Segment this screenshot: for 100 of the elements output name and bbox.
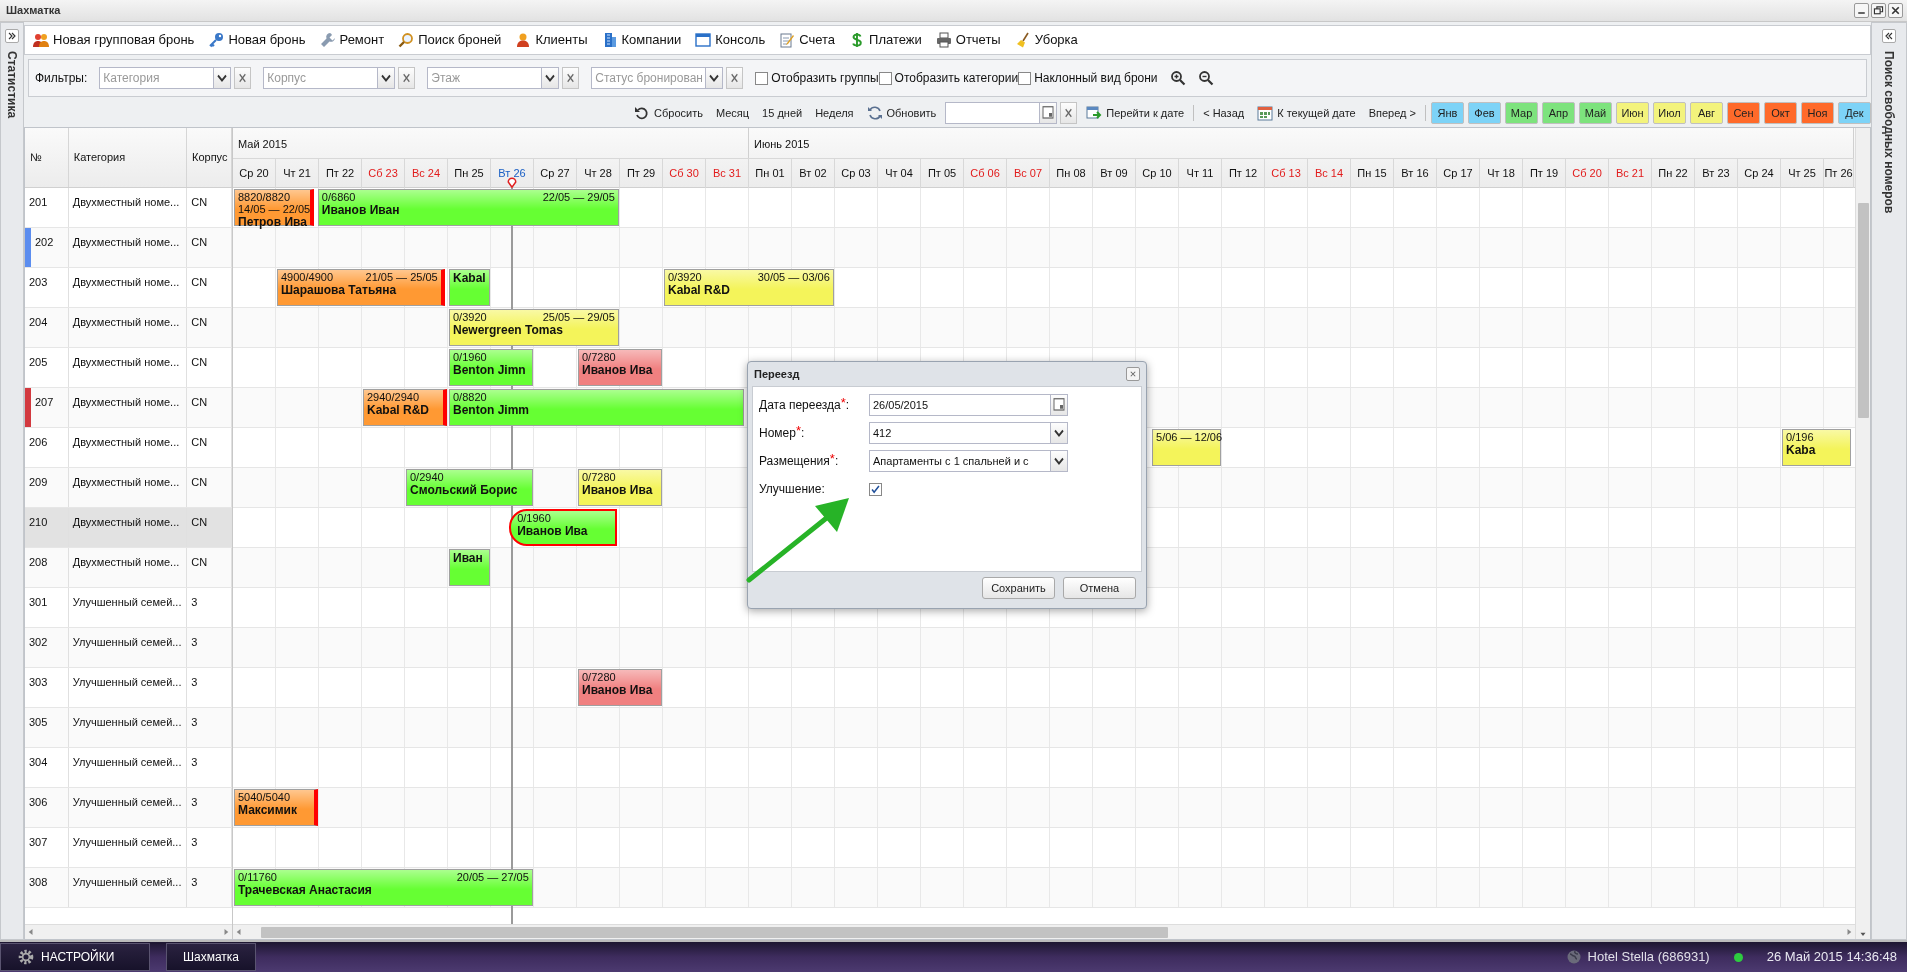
table-row[interactable]: 307 Улучшенный семей... 3 <box>25 828 232 868</box>
table-row[interactable]: 207 Двухместный номе... CN <box>25 388 232 428</box>
table-row[interactable]: 206 Двухместный номе... CN <box>25 428 232 468</box>
clear-button[interactable] <box>726 67 744 89</box>
checkbox[interactable] <box>869 482 882 496</box>
month-button[interactable]: Июн <box>1616 102 1649 124</box>
booking-bar[interactable]: Иван <box>449 549 490 586</box>
column-header[interactable]: № <box>25 128 69 187</box>
calendar-button[interactable] <box>1040 102 1058 124</box>
panel-title[interactable]: Статистика <box>3 51 21 119</box>
toolbar-button[interactable]: Новая бронь <box>206 29 308 51</box>
taskbar-button[interactable]: Шахматка <box>166 943 256 971</box>
booking-bar[interactable]: 4900/4900 21/05 — 25/05 Шарашова Татьяна <box>277 269 445 306</box>
toolbar-button[interactable]: Новая групповая бронь <box>31 29 197 51</box>
expand-button[interactable] <box>5 29 19 43</box>
column-header[interactable]: Корпус <box>187 128 232 187</box>
month-button[interactable]: Май <box>1579 102 1612 124</box>
month-button[interactable]: Ноя <box>1801 102 1834 124</box>
booking-bar[interactable]: Kabal <box>449 269 490 306</box>
month-button[interactable]: Авг <box>1690 102 1723 124</box>
month-button[interactable]: Июл <box>1653 102 1686 124</box>
table-row[interactable]: 201 Двухместный номе... CN <box>25 188 232 228</box>
booking-bar[interactable]: 0/6860 22/05 — 29/05 Иванов Иван <box>317 189 619 226</box>
toolbar-button[interactable]: Уборка <box>1012 29 1080 51</box>
dropdown-button[interactable] <box>214 67 232 89</box>
month-button[interactable]: Окт <box>1764 102 1797 124</box>
clear-button[interactable] <box>234 67 252 89</box>
clear-button[interactable] <box>398 67 416 89</box>
booking-bar[interactable]: 0/2940 Смольский Борис <box>406 469 533 506</box>
panel-title[interactable]: Поиск свободных номеров <box>1880 51 1898 214</box>
booking-bar[interactable]: 5040/5040 Максимик <box>234 789 318 826</box>
toolbar-button[interactable]: Сбросить <box>630 102 707 124</box>
toolbar-button[interactable]: Отчеты <box>933 29 1003 51</box>
dropdown-button[interactable] <box>378 67 396 89</box>
dialog-button[interactable]: Отмена <box>1063 577 1136 599</box>
booking-bar[interactable]: 5/06 — 12/06 <box>1152 429 1221 466</box>
checkbox[interactable] <box>1018 71 1032 85</box>
horizontal-scrollbar[interactable] <box>25 924 232 939</box>
toolbar-button[interactable]: Неделя <box>811 102 858 124</box>
booking-bar[interactable]: 0/7280 Иванов Ива <box>578 469 662 506</box>
month-button[interactable]: Фев <box>1468 102 1501 124</box>
filter-field[interactable]: Этаж <box>427 67 543 89</box>
table-row[interactable]: 204 Двухместный номе... CN <box>25 308 232 348</box>
scrollbar-thumb[interactable] <box>261 926 1168 938</box>
toolbar-button[interactable]: Обновить <box>862 102 941 124</box>
table-row[interactable]: 210 Двухместный номе... CN <box>25 508 232 548</box>
table-row[interactable]: 304 Улучшенный семей... 3 <box>25 748 232 788</box>
dropdown-button[interactable] <box>1051 422 1068 444</box>
booking-bar[interactable]: 0/196 Kaba <box>1782 429 1851 466</box>
column-header[interactable]: Категория <box>68 128 187 187</box>
toolbar-button[interactable]: Вперед > <box>1364 102 1420 124</box>
booking-bar[interactable]: 0/7280 Иванов Ива <box>578 669 662 706</box>
filter-field[interactable]: Категория <box>99 67 215 89</box>
clear-button[interactable] <box>562 67 580 89</box>
dialog-button[interactable]: Сохранить <box>982 577 1055 599</box>
table-row[interactable]: 205 Двухместный номе... CN <box>25 348 232 388</box>
scrollbar-thumb[interactable] <box>1857 203 1869 418</box>
dropdown-button[interactable] <box>542 67 560 89</box>
month-button[interactable]: Сен <box>1727 102 1760 124</box>
filter-field[interactable]: Статус бронирован <box>591 67 707 89</box>
calendar-button[interactable] <box>1051 394 1068 416</box>
checkbox[interactable] <box>878 71 892 85</box>
toolbar-button[interactable]: К текущей дате <box>1253 102 1360 124</box>
restore-button[interactable] <box>1871 3 1886 18</box>
table-row[interactable]: 305 Улучшенный семей... 3 <box>25 708 232 748</box>
dropdown-button[interactable] <box>706 67 724 89</box>
booking-bar[interactable]: 0/7280 Иванов Ива <box>578 349 662 386</box>
month-button[interactable]: Янв <box>1431 102 1464 124</box>
zoom-out-icon[interactable] <box>1197 70 1214 86</box>
booking-bar[interactable]: 0/1960 Benton Jimn <box>449 349 533 386</box>
toolbar-button[interactable]: Счета <box>777 29 838 51</box>
filter-field[interactable]: Корпус <box>263 67 379 89</box>
close-button[interactable] <box>1888 3 1903 18</box>
toolbar-button[interactable]: Компании <box>599 29 684 51</box>
checkbox[interactable] <box>755 71 769 85</box>
start-button[interactable]: НАСТРОЙКИ <box>0 943 150 971</box>
month-button[interactable]: Дек <box>1838 102 1871 124</box>
toolbar-button[interactable]: Клиенты <box>513 29 590 51</box>
month-button[interactable]: Мар <box>1505 102 1538 124</box>
toolbar-button[interactable]: Перейти к дате <box>1082 102 1189 124</box>
booking-bar[interactable]: 0/11760 20/05 — 27/05 Трачевская Анастасия <box>234 869 533 906</box>
horizontal-scrollbar[interactable] <box>233 924 1855 939</box>
table-row[interactable]: 306 Улучшенный семей... 3 <box>25 788 232 828</box>
booking-bar[interactable]: 0/1960 Иванов Ива <box>509 509 617 546</box>
toolbar-button[interactable]: Платежи <box>847 29 924 51</box>
dropdown-button[interactable] <box>1051 450 1068 472</box>
table-row[interactable]: 209 Двухместный номе... CN <box>25 468 232 508</box>
table-row[interactable]: 203 Двухместный номе... CN <box>25 268 232 308</box>
toolbar-button[interactable]: Ремонт <box>317 29 387 51</box>
zoom-in-icon[interactable] <box>1169 70 1186 86</box>
toolbar-button[interactable]: < Назад <box>1199 102 1249 124</box>
toolbar-button[interactable]: Месяц <box>711 102 754 124</box>
table-row[interactable]: 308 Улучшенный семей... 3 <box>25 868 232 908</box>
combo-field[interactable]: 412 <box>869 422 1051 444</box>
table-row[interactable]: 208 Двухместный номе... CN <box>25 548 232 588</box>
toolbar-button[interactable]: Поиск броней <box>396 29 504 51</box>
date-field[interactable] <box>945 102 1041 124</box>
clear-button[interactable] <box>1060 102 1078 124</box>
collapse-button[interactable] <box>1882 29 1896 43</box>
toolbar-button[interactable]: 15 дней <box>758 102 807 124</box>
